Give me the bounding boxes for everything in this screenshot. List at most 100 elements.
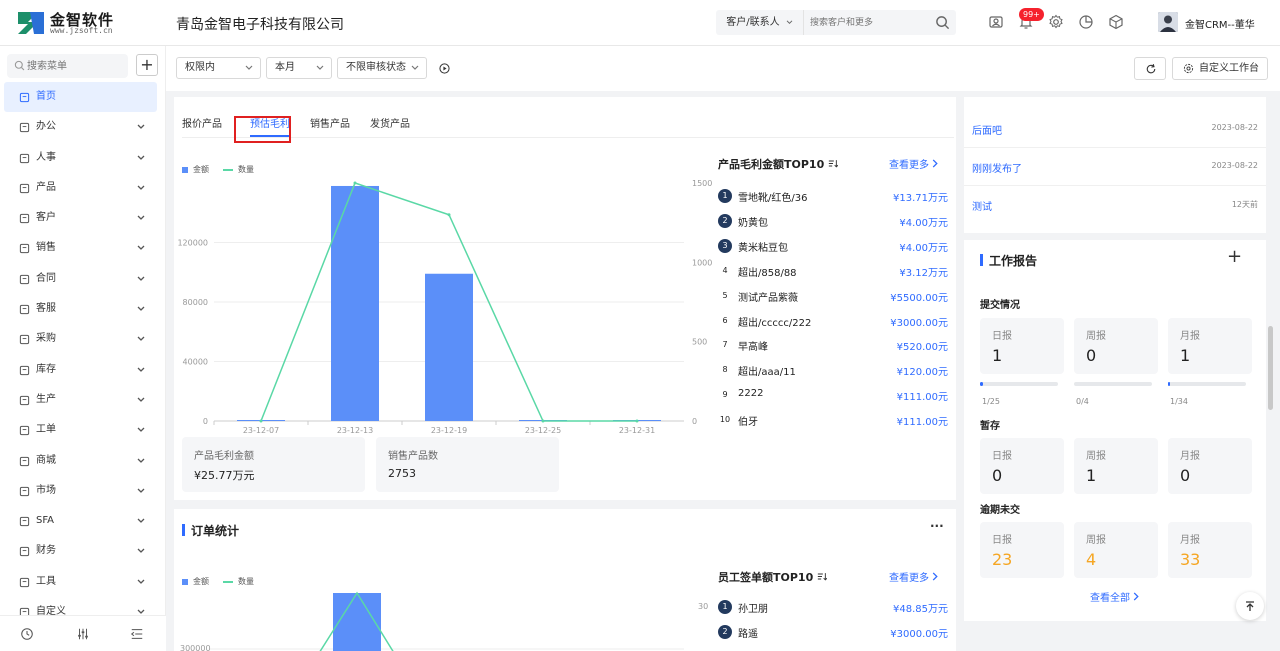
sidebar-item[interactable]: SFA bbox=[4, 506, 157, 536]
sort-icon[interactable] bbox=[817, 572, 828, 581]
cube-icon[interactable] bbox=[1108, 14, 1124, 30]
history-icon[interactable] bbox=[20, 627, 34, 641]
rank-name: 黄米粘豆包 bbox=[738, 242, 788, 254]
order-legend-qty[interactable]: 数量 bbox=[238, 577, 254, 586]
news-divider bbox=[964, 147, 1266, 148]
report-card[interactable]: 日报 1 bbox=[980, 318, 1064, 374]
list-item[interactable]: 9 2222 ¥111.00元 bbox=[718, 386, 948, 406]
rank-name: 伯牙 bbox=[738, 417, 758, 429]
collapse-menu-icon[interactable] bbox=[130, 627, 144, 641]
sidebar-item[interactable]: 生产 bbox=[4, 385, 157, 415]
order-panel-menu[interactable]: ··· bbox=[930, 519, 944, 533]
news-title[interactable]: 后面吧 bbox=[972, 122, 1002, 137]
sidebar-item[interactable]: 客户 bbox=[4, 203, 157, 233]
report-card-label: 周报 bbox=[1086, 451, 1106, 462]
news-title[interactable]: 刚刚发布了 bbox=[972, 160, 1022, 175]
news-item[interactable]: 刚刚发布了 2023-08-22 bbox=[972, 160, 1258, 180]
report-card-label: 周报 bbox=[1086, 331, 1106, 342]
sidebar-item[interactable]: 客服 bbox=[4, 294, 157, 324]
sidebar-item[interactable]: 工具 bbox=[4, 567, 157, 597]
list-item[interactable]: 2 路遥 ¥3000.00元 bbox=[718, 623, 948, 643]
list-item[interactable]: 10 伯牙 ¥111.00元 bbox=[718, 411, 948, 431]
news-title[interactable]: 测试 bbox=[972, 198, 992, 213]
period-select[interactable]: 本月 bbox=[266, 57, 332, 79]
sort-icon[interactable] bbox=[828, 159, 839, 168]
user-name[interactable]: 金智CRM--董华 bbox=[1185, 16, 1255, 31]
search-icon[interactable] bbox=[935, 15, 950, 30]
bar-amount[interactable] bbox=[331, 185, 379, 421]
qty-point[interactable] bbox=[259, 419, 263, 423]
tab-quote-products[interactable]: 报价产品 bbox=[182, 115, 222, 130]
qty-point[interactable] bbox=[353, 181, 357, 185]
play-icon[interactable] bbox=[439, 63, 450, 74]
list-item[interactable]: 7 早高峰 ¥520.00元 bbox=[718, 336, 948, 356]
tab-shipping-products[interactable]: 发货产品 bbox=[370, 115, 410, 130]
search-input[interactable] bbox=[810, 14, 928, 31]
list-item[interactable]: 8 超出/aaa/11 ¥120.00元 bbox=[718, 361, 948, 381]
progress-text: 1/34 bbox=[1170, 397, 1188, 406]
audit-status-select[interactable]: 不限审核状态 bbox=[337, 57, 427, 79]
report-card[interactable]: 周报 4 bbox=[1074, 522, 1158, 578]
sidebar-item[interactable]: 市场 bbox=[4, 476, 157, 506]
report-card[interactable]: 周报 0 bbox=[1074, 318, 1158, 374]
report-card[interactable]: 月报 1 bbox=[1168, 318, 1252, 374]
list-item[interactable]: 3 黄米粘豆包 ¥4.00万元 bbox=[718, 237, 948, 257]
rank-name: 雪地靴/红色/36 bbox=[738, 193, 808, 204]
report-card[interactable]: 日报 0 bbox=[980, 438, 1064, 494]
scope-select[interactable]: 权限内 bbox=[176, 57, 261, 79]
qty-point[interactable] bbox=[635, 419, 639, 423]
order-top10-title-text: 员工签单额TOP10 bbox=[718, 571, 814, 584]
sidebar-item[interactable]: 库存 bbox=[4, 355, 157, 385]
sidebar-item[interactable]: 办公 bbox=[4, 112, 157, 142]
sidebar-item[interactable]: 商城 bbox=[4, 446, 157, 476]
pie-chart-icon[interactable] bbox=[1078, 14, 1094, 30]
order-view-more[interactable]: 查看更多 bbox=[889, 569, 938, 584]
sidebar-item[interactable]: 采购 bbox=[4, 324, 157, 354]
profit-view-more[interactable]: 查看更多 bbox=[889, 156, 938, 171]
logo[interactable]: 金智软件 www.jzsoft.cn bbox=[16, 8, 156, 38]
qty-point[interactable] bbox=[447, 213, 451, 217]
news-panel: 后面吧 2023-08-22 刚刚发布了 2023-08-22 测试 12天前 bbox=[964, 97, 1266, 233]
order-legend-amount[interactable]: 金额 bbox=[193, 577, 209, 586]
report-card[interactable]: 月报 0 bbox=[1168, 438, 1252, 494]
bar-amount[interactable] bbox=[425, 273, 473, 421]
qty-point[interactable] bbox=[541, 419, 545, 423]
add-report-button[interactable]: + bbox=[1227, 246, 1242, 267]
view-all-link[interactable]: 查看全部 bbox=[1090, 589, 1139, 604]
list-item[interactable]: 4 超出/858/88 ¥3.12万元 bbox=[718, 262, 948, 282]
report-card[interactable]: 日报 23 bbox=[980, 522, 1064, 578]
contacts-icon[interactable] bbox=[988, 14, 1004, 30]
sidebar-item[interactable]: 工单 bbox=[4, 415, 157, 445]
page-scrollbar[interactable] bbox=[1268, 326, 1273, 410]
report-card[interactable]: 月报 33 bbox=[1168, 522, 1252, 578]
refresh-button[interactable] bbox=[1134, 57, 1166, 80]
sidebar-item[interactable]: 首页 bbox=[4, 82, 157, 113]
sliders-icon[interactable] bbox=[76, 627, 90, 641]
sidebar-item[interactable]: 人事 bbox=[4, 143, 157, 173]
rank-number: 3 bbox=[718, 238, 732, 253]
sidebar-item[interactable]: 产品 bbox=[4, 173, 157, 203]
notification-badge: 99+ bbox=[1019, 8, 1044, 21]
sidebar-item[interactable]: 销售 bbox=[4, 233, 157, 263]
sidebar-item[interactable]: 财务 bbox=[4, 536, 157, 566]
list-item[interactable]: 2 奶黄包 ¥4.00万元 bbox=[718, 212, 948, 232]
back-to-top-button[interactable] bbox=[1236, 592, 1264, 620]
report-card-label: 月报 bbox=[1180, 451, 1200, 462]
report-card[interactable]: 周报 1 bbox=[1074, 438, 1158, 494]
tab-sales-products[interactable]: 销售产品 bbox=[310, 115, 350, 130]
add-menu-button[interactable]: + bbox=[136, 54, 158, 76]
list-item[interactable]: 1 孙卫朋 ¥48.85万元 bbox=[718, 598, 948, 618]
list-item[interactable]: 6 超出/ccccc/222 ¥3000.00元 bbox=[718, 312, 948, 332]
news-item[interactable]: 后面吧 2023-08-22 bbox=[972, 122, 1258, 142]
news-item[interactable]: 测试 12天前 bbox=[972, 198, 1258, 218]
list-item[interactable]: 5 测试产品紫薇 ¥5500.00元 bbox=[718, 287, 948, 307]
period-select-value: 本月 bbox=[275, 62, 295, 73]
order-bar[interactable] bbox=[333, 593, 381, 651]
search-type-dropdown[interactable]: 客户/联系人 bbox=[716, 10, 804, 35]
sidebar-item[interactable]: 合同 bbox=[4, 264, 157, 294]
gear-icon[interactable] bbox=[1048, 14, 1064, 30]
list-item[interactable]: 1 雪地靴/红色/36 ¥13.71万元 bbox=[718, 187, 948, 207]
menu-search-input[interactable] bbox=[27, 58, 123, 74]
avatar[interactable] bbox=[1158, 12, 1178, 32]
customize-workbench-button[interactable]: 自定义工作台 bbox=[1172, 57, 1268, 80]
